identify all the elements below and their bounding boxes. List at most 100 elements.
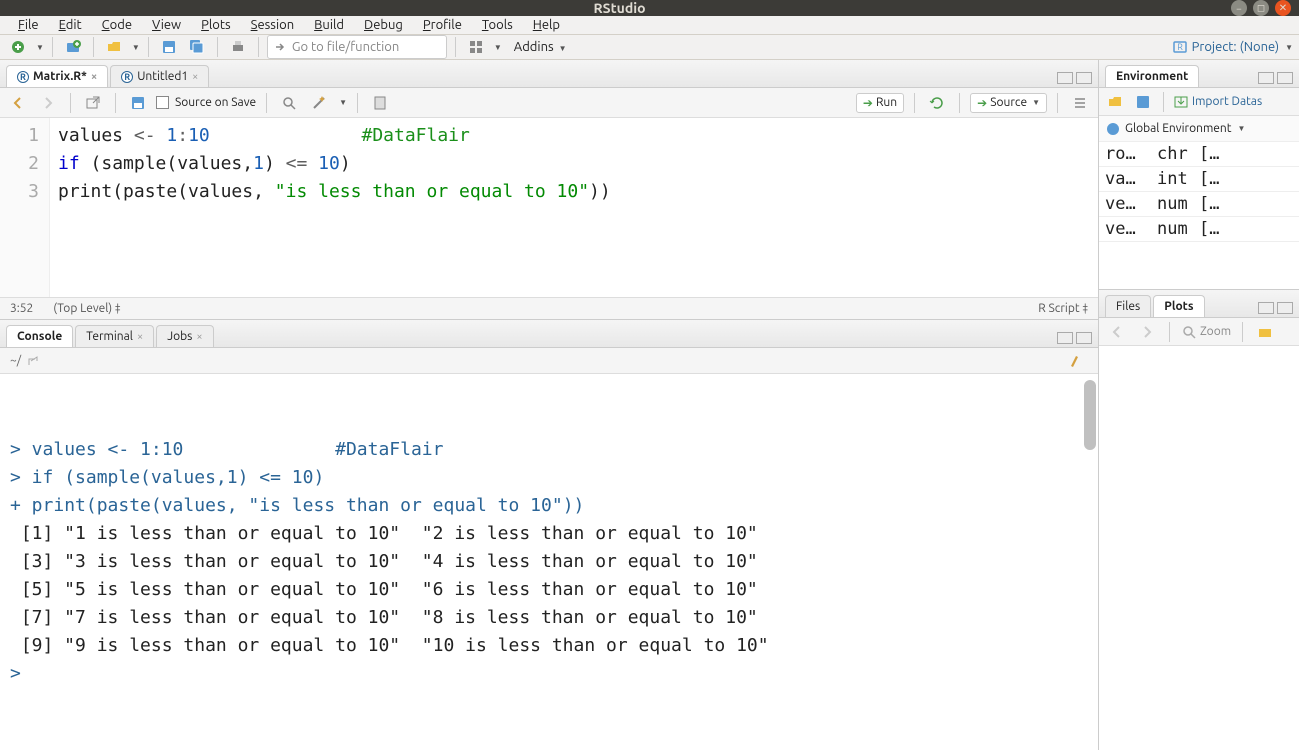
chevron-down-icon[interactable]: ▼ [494, 43, 502, 52]
minimize-pane-button[interactable] [1057, 72, 1073, 84]
run-button[interactable]: ➔ Run [856, 93, 904, 113]
chevron-down-icon[interactable]: ▼ [132, 43, 140, 52]
chevron-down-icon: ▼ [1032, 98, 1040, 107]
minimize-pane-button[interactable] [1258, 72, 1274, 84]
save-source-button[interactable] [126, 91, 150, 115]
plots-pane: FilesPlots Zoom [1099, 290, 1299, 750]
separator [70, 93, 71, 113]
find-button[interactable] [277, 91, 301, 115]
code-body[interactable]: values <- 1:10 #DataFlairif (sample(valu… [50, 118, 1098, 297]
source-tab[interactable]: RMatrix.R*× [6, 65, 108, 87]
menu-view[interactable]: View [144, 16, 189, 34]
rerun-button[interactable] [925, 91, 949, 115]
menu-debug[interactable]: Debug [356, 16, 411, 34]
notebook-icon [372, 95, 388, 111]
right-column: Environment Import Datas Global Environm… [1099, 60, 1299, 750]
compile-report-button[interactable] [368, 91, 392, 115]
save-icon [130, 95, 146, 111]
new-file-button[interactable] [6, 35, 30, 59]
menu-build[interactable]: Build [306, 16, 352, 34]
source-status-bar: 3:52 (Top Level) ‡ R Script ‡ [0, 297, 1098, 319]
scope-selector[interactable]: (Top Level) ‡ [53, 302, 120, 315]
source-on-save-checkbox[interactable] [156, 96, 169, 109]
goto-file-function-input[interactable]: Go to file/function [267, 35, 447, 59]
print-button[interactable] [226, 35, 250, 59]
environment-tabs: Environment [1099, 60, 1299, 88]
menu-profile[interactable]: Profile [415, 16, 470, 34]
source-toolbar: Source on Save ▼ ➔ Run ➔ [0, 88, 1098, 118]
env-row[interactable]: ro…chr[… [1099, 142, 1299, 167]
tab-terminal[interactable]: Terminal× [75, 325, 154, 347]
popout-icon[interactable] [27, 355, 39, 367]
open-file-button[interactable] [102, 35, 126, 59]
close-tab-icon[interactable]: × [192, 71, 198, 83]
environment-scope-bar[interactable]: Global Environment ▼ [1099, 116, 1299, 142]
env-row[interactable]: ve…num[… [1099, 217, 1299, 242]
import-dataset-button[interactable]: Import Datas [1172, 90, 1263, 114]
project-selector[interactable]: R Project: (None) ▼ [1172, 39, 1293, 55]
close-tab-icon[interactable]: × [196, 331, 202, 343]
env-row[interactable]: ve…num[… [1099, 192, 1299, 217]
tab-plots[interactable]: Plots [1153, 295, 1204, 317]
source-tab[interactable]: RUntitled1× [110, 65, 209, 87]
scrollbar-thumb[interactable] [1084, 380, 1096, 450]
menu-plots[interactable]: Plots [193, 16, 239, 34]
chevron-down-icon[interactable]: ▼ [36, 43, 44, 52]
maximize-pane-button[interactable] [1076, 72, 1092, 84]
separator [93, 37, 94, 57]
source-button[interactable]: ➔ Source ▼ [970, 93, 1047, 113]
maximize-pane-button[interactable] [1277, 72, 1293, 84]
tab-files[interactable]: Files [1105, 295, 1151, 317]
menu-session[interactable]: Session [243, 16, 302, 34]
plot-prev-button[interactable] [1105, 320, 1129, 344]
separator [455, 37, 456, 57]
maximize-pane-button[interactable] [1076, 332, 1092, 344]
show-in-new-window-button[interactable] [81, 91, 105, 115]
source-tabs: RMatrix.R*×RUntitled1× [0, 60, 1098, 88]
file-type-selector[interactable]: R Script ‡ [1038, 302, 1088, 315]
load-workspace-button[interactable] [1103, 90, 1127, 114]
chevron-down-icon: ▼ [1285, 43, 1293, 52]
maximize-button[interactable]: ◻ [1253, 0, 1269, 16]
plot-next-button[interactable] [1135, 320, 1159, 344]
env-row[interactable]: va…int[… [1099, 167, 1299, 192]
console-body[interactable]: > values <- 1:10 #DataFlair> if (sample(… [0, 374, 1098, 750]
save-all-button[interactable] [185, 35, 209, 59]
close-tab-icon[interactable]: × [91, 71, 97, 83]
minimize-pane-button[interactable] [1057, 332, 1073, 344]
menu-file[interactable]: File [10, 16, 47, 34]
menu-tools[interactable]: Tools [474, 16, 521, 34]
close-window-button[interactable]: ✕ [1275, 0, 1291, 16]
save-workspace-button[interactable] [1131, 90, 1155, 114]
minimize-pane-button[interactable] [1258, 302, 1274, 314]
code-tools-button[interactable] [307, 91, 331, 115]
new-project-button[interactable] [61, 35, 85, 59]
grid-button[interactable] [464, 35, 488, 59]
tab-jobs[interactable]: Jobs× [156, 325, 213, 347]
wand-icon [311, 95, 327, 111]
tab-console[interactable]: Console [6, 325, 73, 347]
goto-arrow-icon [274, 41, 286, 53]
forward-button[interactable] [36, 91, 60, 115]
zoom-button[interactable]: Zoom [1180, 320, 1232, 344]
window-controls: − ◻ ✕ [1231, 0, 1291, 16]
outline-button[interactable] [1068, 91, 1092, 115]
save-button[interactable] [157, 35, 181, 59]
addins-menu[interactable]: Addins ▼ [506, 40, 575, 54]
menu-edit[interactable]: Edit [51, 16, 90, 34]
maximize-pane-button[interactable] [1277, 302, 1293, 314]
minimize-button[interactable]: − [1231, 0, 1247, 16]
menu-help[interactable]: Help [525, 16, 568, 34]
clear-console-button[interactable] [1064, 349, 1088, 373]
export-plot-button[interactable] [1253, 320, 1277, 344]
code-editor[interactable]: 123 values <- 1:10 #DataFlairif (sample(… [0, 118, 1098, 297]
pane-controls [1258, 72, 1293, 87]
separator [258, 37, 259, 57]
import-icon [1173, 94, 1189, 110]
tab-environment[interactable]: Environment [1105, 65, 1199, 87]
r-file-icon: R [121, 71, 133, 83]
back-button[interactable] [6, 91, 30, 115]
chevron-down-icon[interactable]: ▼ [339, 98, 347, 107]
menu-code[interactable]: Code [94, 16, 140, 34]
close-tab-icon[interactable]: × [137, 331, 143, 343]
